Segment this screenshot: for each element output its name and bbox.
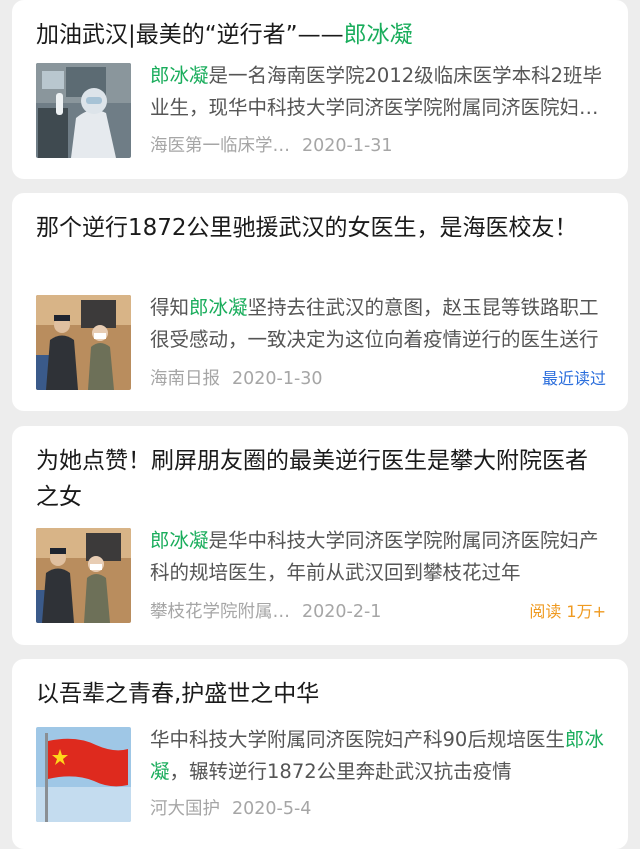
article-card[interactable]: 为她点赞！刷屏朋友圈的最美逆行医生是攀大附院医者之女 郎冰凝是华中科技大学同济医… [12, 426, 628, 645]
article-thumbnail [36, 295, 131, 390]
snippet-text: 是一名海南医学院2012级临床医学本科2班毕业生，现华中科技大学同济医学院附属同… [150, 64, 603, 119]
article-title-text: 那个逆行1872公里驰援武汉的女医生，是海医校友！ [36, 215, 578, 241]
article-title-text: 为她点赞！刷屏朋友圈的最美逆行医生是攀大附院医者之女 [36, 448, 588, 510]
article-title: 为她点赞！刷屏朋友圈的最美逆行医生是攀大附院医者之女 [36, 443, 604, 515]
article-source[interactable]: 河大国护 [150, 796, 220, 822]
snippet-text: ，辗转逆行1872公里奔赴武汉抗击疫情 [169, 760, 512, 783]
article-date: 2020-5-4 [232, 799, 312, 819]
article-snippet: 华中科技大学附属同济医院妇产科90后规培医生郎冰凝，辗转逆行1872公里奔赴武汉… [150, 724, 606, 788]
article-card[interactable]: 加油武汉|最美的“逆行者”——郎冰凝 郎冰凝是一名海南医学院2012级临床医学本… [12, 0, 628, 179]
snippet-text: 华中科技大学附属同济医院妇产科90后规培医生 [150, 728, 565, 751]
article-thumbnail [36, 727, 131, 822]
highlight-keyword: 郎冰凝 [150, 529, 209, 552]
article-title: 以吾辈之青春,护盛世之中华 [36, 676, 604, 712]
article-snippet: 得知郎冰凝坚持去往武汉的意图，赵玉昆等铁路职工很受感动，一致决定为这位向着疫情逆… [150, 292, 606, 356]
article-title-text: 以吾辈之青春,护盛世之中华 [36, 681, 320, 707]
article-thumbnail [36, 63, 131, 158]
article-source[interactable]: 海医第一临床学… [150, 133, 290, 159]
article-meta: 海南日报 2020-1-30 [150, 366, 606, 392]
read-count-badge: 阅读 1万+ [529, 602, 606, 621]
highlight-keyword: 郎冰凝 [189, 296, 248, 319]
article-date: 2020-1-30 [232, 369, 323, 389]
article-date: 2020-2-1 [302, 602, 382, 622]
article-snippet: 郎冰凝是华中科技大学同济医学院附属同济医院妇产科的规培医生，年前从武汉回到攀枝花… [150, 525, 606, 589]
article-card[interactable]: 以吾辈之青春,护盛世之中华 华中科技大学附属同济医院妇产科90后规培医生郎冰凝，… [12, 659, 628, 849]
article-date: 2020-1-31 [302, 136, 393, 156]
highlight-keyword: 郎冰凝 [343, 22, 413, 48]
search-results-feed: 加油武汉|最美的“逆行者”——郎冰凝 郎冰凝是一名海南医学院2012级临床医学本… [0, 0, 640, 849]
highlight-keyword: 郎冰凝 [150, 64, 209, 87]
article-title: 加油武汉|最美的“逆行者”——郎冰凝 [36, 17, 604, 53]
article-snippet: 郎冰凝是一名海南医学院2012级临床医学本科2班毕业生，现华中科技大学同济医学院… [150, 60, 606, 124]
article-title: 那个逆行1872公里驰援武汉的女医生，是海医校友！ [36, 210, 604, 246]
snippet-text: 得知 [150, 296, 190, 319]
snippet-text: 是华中科技大学同济医学院附属同济医院妇产科的规培医生，年前从武汉回到攀枝花过年 [150, 529, 599, 584]
article-thumbnail [36, 528, 131, 623]
article-meta: 河大国护 2020-5-4 [150, 796, 606, 822]
article-source[interactable]: 海南日报 [150, 366, 220, 392]
article-meta: 海医第一临床学… 2020-1-31 [150, 133, 606, 159]
article-card[interactable]: 那个逆行1872公里驰援武汉的女医生，是海医校友！ 得知郎冰凝坚持去往武汉的意图… [12, 193, 628, 411]
article-source[interactable]: 攀枝花学院附属… [150, 599, 290, 625]
recently-read-badge: 最近读过 [541, 369, 606, 388]
article-title-text: 加油武汉|最美的“逆行者”—— [36, 22, 344, 48]
